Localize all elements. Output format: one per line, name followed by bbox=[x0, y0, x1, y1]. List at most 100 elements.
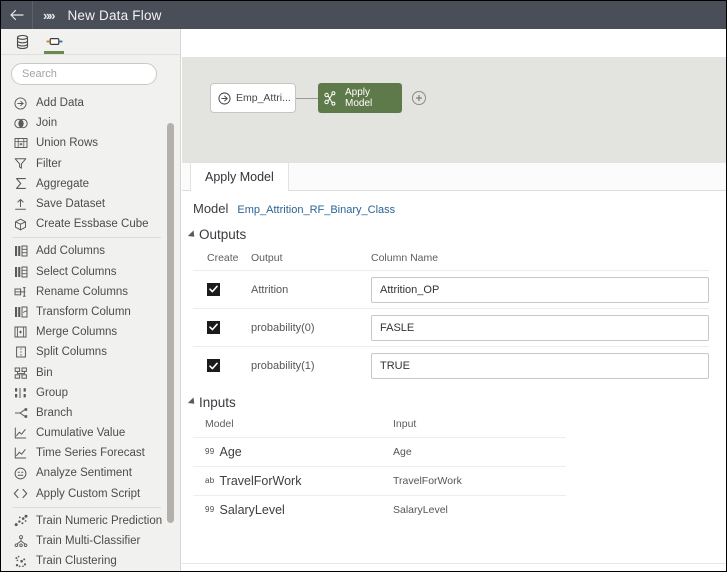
operator-item-train-multi-classifier[interactable]: Train Multi-Classifier bbox=[1, 531, 173, 551]
flow-canvas[interactable]: Emp_Attri... Apply Model bbox=[182, 57, 726, 163]
outputs-cell-output: probability(0) bbox=[251, 309, 371, 347]
flow-node-source-label: Emp_Attri... bbox=[236, 92, 291, 104]
flow-node-source[interactable]: Emp_Attri... bbox=[210, 83, 296, 113]
inputs-cell-input[interactable]: TravelForWork bbox=[393, 466, 566, 495]
inputs-section-title: Inputs bbox=[199, 395, 236, 410]
operator-item-analyze-sentiment[interactable]: Analyze Sentiment bbox=[1, 463, 173, 483]
operator-item-join[interactable]: Join bbox=[1, 113, 173, 133]
operator-item-label: Bin bbox=[36, 367, 53, 379]
search-container bbox=[1, 55, 180, 91]
operator-item-time-series-forecast[interactable]: Time Series Forecast bbox=[1, 443, 173, 463]
transform-column-icon bbox=[12, 305, 29, 319]
operator-item-rename-columns[interactable]: Rename Columns bbox=[1, 282, 173, 302]
outputs-col-output: Output bbox=[251, 248, 371, 271]
outputs-table: Create Output Column Name Attritionproba… bbox=[193, 248, 709, 385]
outputs-cell-column-name bbox=[371, 347, 709, 385]
output-column-name-input[interactable] bbox=[371, 315, 709, 341]
inputs-table: Model Input 99AgeAgeabTravelForWorkTrave… bbox=[193, 414, 566, 525]
operator-item-label: Add Columns bbox=[36, 245, 105, 257]
operator-list-scrollbar[interactable] bbox=[167, 91, 174, 572]
back-arrow-icon[interactable] bbox=[1, 1, 33, 29]
operator-item-save-dataset[interactable]: Save Dataset bbox=[1, 194, 173, 214]
operator-item-label: Aggregate bbox=[36, 178, 89, 190]
save-dataset-icon bbox=[12, 197, 29, 211]
flow-connector bbox=[296, 98, 318, 99]
operator-item-split-columns[interactable]: Split Columns bbox=[1, 342, 173, 362]
outputs-section-title: Outputs bbox=[199, 227, 246, 242]
branch-icon bbox=[12, 406, 29, 420]
sigma-icon bbox=[12, 177, 29, 191]
inputs-row: 99AgeAge bbox=[193, 437, 566, 466]
join-icon bbox=[12, 116, 29, 130]
output-create-checkbox[interactable] bbox=[207, 321, 220, 334]
add-columns-icon bbox=[12, 244, 29, 258]
output-create-checkbox[interactable] bbox=[207, 359, 220, 372]
flow-node-apply-model[interactable]: Apply Model bbox=[318, 83, 402, 113]
sentiment-icon bbox=[12, 466, 29, 480]
operator-item-transform-column[interactable]: Transform Column bbox=[1, 302, 173, 322]
operator-item-select-columns[interactable]: Select Columns bbox=[1, 262, 173, 282]
operator-list-separator bbox=[12, 237, 161, 238]
left-panel: Add Data Join Union Rows Filter Aggregate Sav… bbox=[1, 29, 181, 572]
tab-operators[interactable] bbox=[41, 30, 67, 54]
operator-item-label: Create Essbase Cube bbox=[36, 218, 149, 230]
inputs-cell-input[interactable]: Age bbox=[393, 437, 566, 466]
outputs-section-header[interactable]: Outputs bbox=[182, 220, 726, 244]
operator-item-label: Apply Custom Script bbox=[36, 488, 140, 500]
operator-item-cumulative-value[interactable]: Cumulative Value bbox=[1, 423, 173, 443]
output-column-name-input[interactable] bbox=[371, 277, 709, 303]
operator-list-separator bbox=[12, 507, 161, 508]
operator-item-add-columns[interactable]: Add Columns bbox=[1, 241, 173, 261]
operator-item-train-numeric-prediction[interactable]: Train Numeric Prediction bbox=[1, 511, 173, 531]
flow-node-chain: Emp_Attri... Apply Model bbox=[210, 83, 426, 113]
operator-item-group[interactable]: Group bbox=[1, 383, 173, 403]
add-data-icon bbox=[12, 96, 29, 110]
operator-item-apply-custom-script[interactable]: Apply Custom Script bbox=[1, 484, 173, 504]
operator-item-create-essbase-cube[interactable]: Create Essbase Cube bbox=[1, 214, 173, 234]
operator-item-merge-columns[interactable]: Merge Columns bbox=[1, 322, 173, 342]
data-flow-window: »» New Data Flow bbox=[0, 0, 727, 572]
train-numeric-icon bbox=[12, 514, 29, 528]
outputs-cell-column-name bbox=[371, 309, 709, 347]
group-icon bbox=[12, 386, 29, 400]
operator-item-aggregate[interactable]: Aggregate bbox=[1, 174, 173, 194]
apply-model-icon bbox=[324, 91, 340, 106]
inputs-section-header[interactable]: Inputs bbox=[182, 385, 726, 412]
tab-data-sources[interactable] bbox=[9, 30, 35, 54]
merge-columns-icon bbox=[12, 325, 29, 339]
operator-item-filter[interactable]: Filter bbox=[1, 154, 173, 174]
operator-item-union-rows[interactable]: Union Rows bbox=[1, 133, 173, 153]
inputs-col-model: Model bbox=[193, 414, 393, 438]
rename-columns-icon bbox=[12, 285, 29, 299]
apply-label-line2: Model bbox=[345, 98, 372, 109]
output-create-checkbox[interactable] bbox=[207, 283, 220, 296]
operator-item-branch[interactable]: Branch bbox=[1, 403, 173, 423]
tab-apply-model[interactable]: Apply Model bbox=[190, 163, 289, 191]
operator-item-bin[interactable]: Bin bbox=[1, 362, 173, 382]
detail-tabstrip: Apply Model bbox=[182, 163, 726, 191]
code-brackets-icon bbox=[12, 487, 29, 501]
search-input[interactable] bbox=[11, 63, 157, 85]
apply-label-line1: Apply bbox=[345, 87, 370, 98]
operator-item-label: Train Multi-Classifier bbox=[36, 535, 140, 547]
model-row: Model Emp_Attrition_RF_Binary_Class bbox=[182, 191, 726, 220]
operator-item-add-data[interactable]: Add Data bbox=[1, 93, 173, 113]
operator-item-label: Analyze Sentiment bbox=[36, 467, 132, 479]
operator-item-label: Time Series Forecast bbox=[36, 447, 145, 459]
operator-item-label: Join bbox=[36, 117, 57, 129]
output-column-name-input[interactable] bbox=[371, 353, 709, 379]
inputs-model-label: Age bbox=[220, 445, 242, 459]
add-node-button[interactable] bbox=[412, 91, 426, 105]
inputs-cell-input[interactable]: SalaryLevel bbox=[393, 495, 566, 524]
column-type-badge: 99 bbox=[205, 505, 215, 514]
split-columns-icon bbox=[12, 345, 29, 359]
outputs-cell-column-name bbox=[371, 271, 709, 309]
operator-item-label: Union Rows bbox=[36, 137, 98, 149]
operator-item-train-clustering[interactable]: Train Clustering bbox=[1, 551, 173, 571]
scrollbar-thumb[interactable] bbox=[167, 123, 174, 523]
outputs-header-row: Create Output Column Name bbox=[193, 248, 709, 271]
cube-icon bbox=[12, 217, 29, 231]
operator-list[interactable]: Add Data Join Union Rows Filter Aggregate Sav… bbox=[1, 91, 173, 572]
model-value-link[interactable]: Emp_Attrition_RF_Binary_Class bbox=[237, 204, 395, 216]
double-chevron-right-icon: »» bbox=[43, 8, 53, 23]
